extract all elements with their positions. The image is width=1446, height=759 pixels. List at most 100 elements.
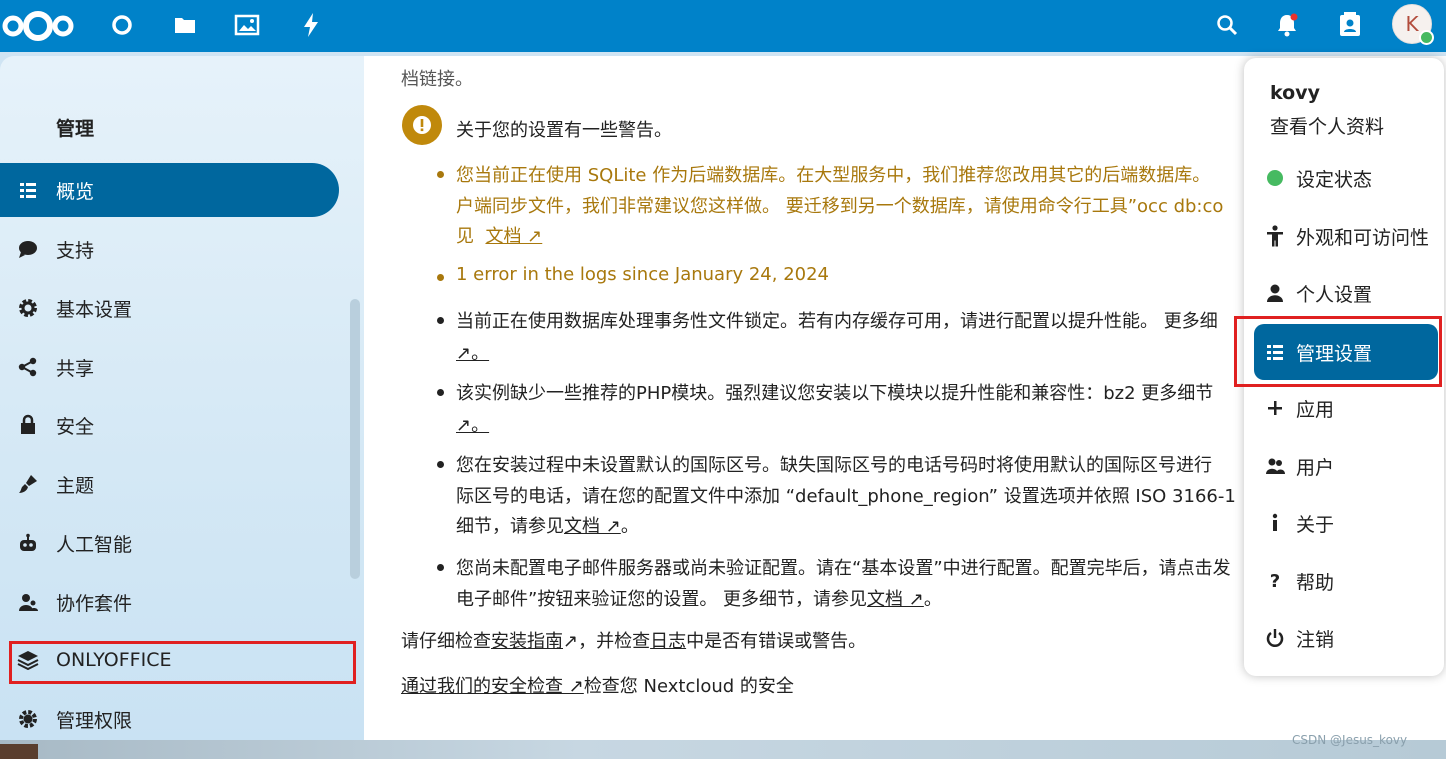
sidebar-item-ai[interactable]: 人工智能 — [0, 516, 340, 570]
locking-notice-line1: 当前正在使用数据库处理事务性文件锁定。若有内存缓存可用，请进行配置以提升性能。 … — [456, 311, 1218, 332]
sidebar-item-overview[interactable]: 概览 — [0, 163, 339, 217]
users-icon — [1254, 457, 1296, 475]
php-docs-link[interactable]: ↗。 — [456, 411, 489, 437]
sidebar-item-label: 协作套件 — [56, 592, 133, 615]
sidebar-item-theming[interactable]: 主题 — [0, 457, 340, 511]
sqlite-docs-link[interactable]: 文档 ↗ — [485, 226, 542, 247]
watermark-text: CSDN @Jesus_kovy — [1292, 733, 1408, 747]
menu-item-admin-settings[interactable]: 管理设置 — [1254, 324, 1438, 380]
dashboard-icon[interactable] — [107, 10, 137, 40]
check-guide-text: 请仔细检查安装指南↗，并检查日志中是否有错误或警告。 — [401, 627, 866, 653]
security-scan-link[interactable]: 通过我们的安全检查 ↗ — [401, 676, 584, 697]
menu-item-set-status[interactable]: 设定状态 — [1254, 150, 1438, 206]
truncated-text: 档链接。 — [401, 69, 473, 90]
menu-item-label: 设定状态 — [1296, 168, 1373, 191]
phone-region-notice-line1: 您在安装过程中未设置默认的国际区号。缺失国际区号的电话号码时将使用默认的国际区号… — [456, 455, 1212, 476]
top-header: K — [0, 0, 1446, 52]
admin-sidebar: 管理 概览 支持 基本设置 共享 安全 主题 人工智能 协作套件 ONLYOFF… — [0, 56, 364, 740]
lock-icon — [0, 414, 56, 436]
accessibility-icon — [1254, 225, 1296, 247]
security-suffix: 检查您 Nextcloud 的安全 — [583, 676, 794, 697]
search-icon[interactable] — [1212, 10, 1242, 40]
sidebar-item-onlyoffice[interactable]: ONLYOFFICE — [0, 633, 340, 687]
menu-item-users[interactable]: 用户 — [1254, 438, 1438, 494]
files-icon[interactable] — [170, 10, 200, 40]
activity-icon[interactable] — [296, 10, 326, 40]
check-mid: ↗，并检查 — [563, 631, 651, 652]
online-status-dot — [1419, 30, 1434, 45]
menu-item-help[interactable]: ? 帮助 — [1254, 553, 1438, 609]
sidebar-item-label: 管理权限 — [56, 709, 133, 732]
bullet — [437, 461, 444, 468]
security-check-text: 通过我们的安全检查 ↗检查您 Nextcloud 的安全 — [401, 672, 794, 698]
user-icon — [1254, 283, 1296, 303]
view-profile-link[interactable]: 查看个人资料 — [1270, 112, 1384, 139]
check-suffix: 中是否有错误或警告。 — [686, 631, 867, 652]
mail-line2-prefix: 电子邮件”按钮来验证您的设置。 更多细节，请参见 — [456, 589, 868, 610]
phone-region-notice-line2: 际区号的电话，请在您的配置文件中添加 “default_phone_region… — [456, 486, 1236, 507]
phone-line3-prefix: 细节，请参见 — [456, 516, 564, 537]
sqlite-warning-line3: 见 文档 ↗ — [456, 222, 542, 248]
gear-shield-icon — [0, 708, 56, 730]
menu-item-label: 应用 — [1296, 398, 1335, 421]
contacts-icon[interactable] — [1335, 10, 1365, 40]
sidebar-item-label: ONLYOFFICE — [56, 649, 172, 671]
sidebar-scrollbar[interactable] — [350, 299, 360, 579]
sidebar-item-label: 人工智能 — [56, 533, 133, 556]
locking-docs-link[interactable]: ↗。 — [456, 339, 489, 365]
paint-brush-icon — [0, 473, 56, 495]
menu-item-logout[interactable]: 注销 — [1254, 610, 1438, 666]
menu-item-appearance[interactable]: 外观和可访问性 — [1254, 208, 1438, 264]
menu-item-apps[interactable]: 应用 — [1254, 380, 1438, 436]
user-group-icon — [0, 592, 56, 612]
list-icon — [0, 181, 56, 199]
menu-item-label: 用户 — [1296, 456, 1335, 479]
menu-item-label: 关于 — [1296, 513, 1335, 536]
warning-icon — [402, 105, 442, 145]
menu-item-personal-settings[interactable]: 个人设置 — [1254, 265, 1438, 321]
menu-item-about[interactable]: 关于 — [1254, 495, 1438, 551]
sidebar-item-support[interactable]: 支持 — [0, 222, 340, 276]
install-guide-link[interactable]: 安装指南 — [491, 631, 563, 652]
bullet — [437, 389, 444, 396]
mail-docs-link[interactable]: 文档 ↗ — [867, 589, 924, 610]
log-link[interactable]: 日志 — [650, 631, 686, 652]
sidebar-title: 管理 — [56, 118, 95, 140]
menu-item-label: 管理设置 — [1296, 342, 1373, 365]
mail-notice-line1: 您尚未配置电子邮件服务器或尚未验证配置。请在“基本设置”中进行配置。配置完毕后，… — [456, 558, 1231, 579]
robot-icon — [0, 533, 56, 553]
bottom-taskbar-strip — [0, 740, 1446, 759]
list-icon — [1254, 343, 1296, 361]
help-icon: ? — [1269, 570, 1281, 592]
plus-icon — [1254, 399, 1296, 417]
sidebar-item-security[interactable]: 安全 — [0, 398, 340, 452]
sqlite-warning-line1: 您当前正在使用 SQLite 作为后端数据库。在大型服务中，我们推荐您改用其它的… — [456, 165, 1211, 186]
menu-item-label: 个人设置 — [1296, 283, 1373, 306]
chat-bubble-icon — [0, 239, 56, 259]
layers-icon — [0, 650, 56, 670]
info-icon — [1254, 513, 1296, 533]
user-menu-dropdown: kovy 查看个人资料 设定状态 外观和可访问性 个人设置 管理设置 应用 用户… — [1244, 58, 1444, 676]
menu-item-label: 帮助 — [1296, 571, 1335, 594]
bullet — [437, 274, 444, 281]
photos-icon[interactable] — [232, 10, 262, 40]
notifications-icon[interactable] — [1272, 10, 1302, 40]
phone-docs-link[interactable]: 文档 ↗ — [564, 516, 621, 537]
sidebar-item-basic-settings[interactable]: 基本设置 — [0, 281, 340, 335]
sidebar-item-label: 支持 — [56, 239, 95, 262]
sidebar-item-office-suite[interactable]: 协作套件 — [0, 575, 340, 629]
nextcloud-logo[interactable] — [0, 6, 76, 46]
power-icon — [1254, 628, 1296, 648]
mail-notice-line2: 电子邮件”按钮来验证您的设置。 更多细节，请参见文档 ↗。 — [456, 585, 942, 611]
menu-username: kovy — [1270, 82, 1320, 104]
check-prefix: 请仔细检查 — [401, 631, 491, 652]
bullet — [437, 564, 444, 571]
share-icon — [0, 356, 56, 378]
menu-item-label: 注销 — [1296, 628, 1335, 651]
sidebar-item-sharing[interactable]: 共享 — [0, 340, 340, 394]
php-notice-line1: 该实例缺少一些推荐的PHP模块。强烈建议您安装以下模块以提升性能和兼容性：bz2… — [456, 383, 1214, 404]
sidebar-item-label: 安全 — [56, 415, 95, 438]
sidebar-item-admin-privileges[interactable]: 管理权限 — [0, 692, 340, 740]
log-errors-warning: 1 error in the logs since January 24, 20… — [456, 264, 829, 285]
bottom-thumbnail — [0, 744, 38, 759]
